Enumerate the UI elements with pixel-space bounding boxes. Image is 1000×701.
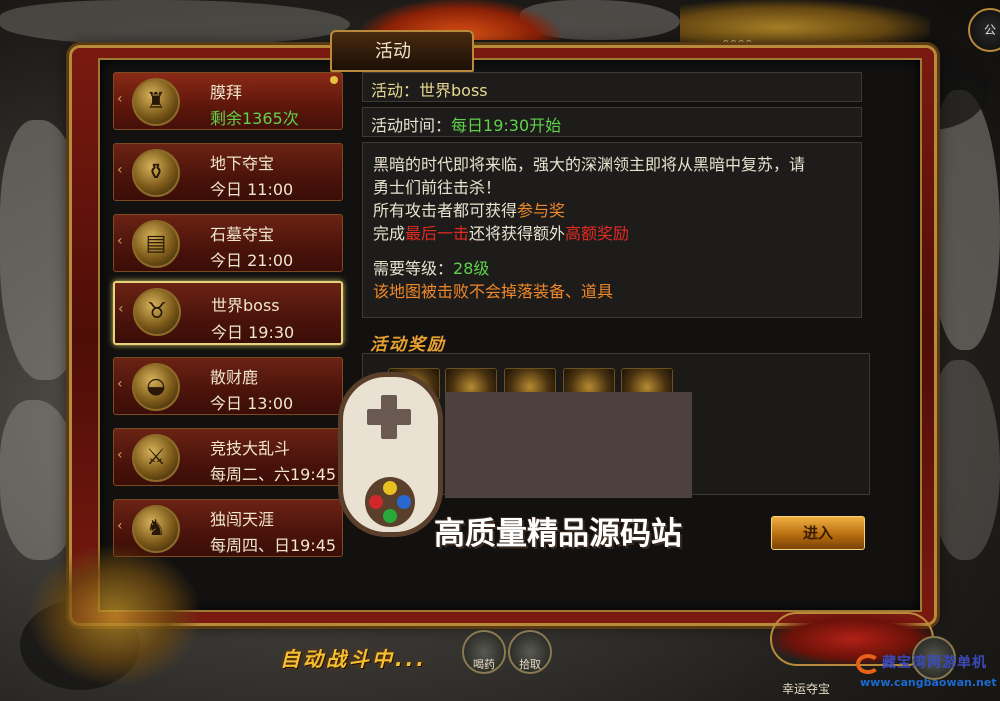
chevron-left-icon: ‹ — [117, 162, 123, 178]
demon-boss-icon: ♉ — [133, 288, 181, 336]
activity-item-mobai[interactable]: ‹ ♜ 膜拜 剩余1365次 — [113, 72, 343, 130]
activity-item-shimuduobao[interactable]: ‹ ▤ 石墓夺宝 今日 21:00 — [113, 214, 343, 272]
drink-potion-button[interactable]: 喝药 — [462, 630, 506, 674]
enter-button[interactable]: 进入 — [771, 516, 865, 550]
chevron-left-icon: ‹ — [117, 447, 123, 463]
golden-dragon-ornament — [30, 545, 200, 685]
desc-text: 所有攻击者都可获得 — [373, 201, 518, 220]
level-label: 需要等级： — [373, 259, 454, 278]
warrior-statue-icon: ♜ — [132, 78, 180, 126]
activity-name: 独闯天涯 — [210, 510, 275, 529]
activity-name: 石墓夺宝 — [210, 225, 275, 244]
activity-name: 膜拜 — [210, 83, 243, 102]
gold-ingot-icon: ◒ — [132, 363, 180, 411]
gamepad-buttons-icon — [365, 477, 415, 527]
activity-label: 活动： — [371, 81, 420, 100]
activity-name: 散财鹿 — [210, 368, 259, 387]
rock-texture — [0, 400, 80, 560]
activity-name: 竞技大乱斗 — [210, 439, 291, 458]
desc-line: 黑暗的时代即将来临，强大的深渊领主即将从黑暗中复苏，请 — [373, 155, 806, 174]
desc-text: 完成 — [373, 224, 406, 243]
pickup-button[interactable]: 拾取 — [508, 630, 552, 674]
rewards-title: 活动奖励 — [370, 335, 446, 355]
site-url: www.cangbaowan.net — [860, 676, 997, 689]
chevron-left-icon: ‹ — [117, 376, 123, 392]
activity-name: 地下夺宝 — [210, 154, 275, 173]
activity-time: 每周四、日19:45 — [210, 536, 337, 555]
lucky-treasure-label[interactable]: 幸运夺宝 — [782, 680, 830, 697]
rock-texture — [930, 360, 1000, 560]
censored-block — [445, 392, 692, 498]
activity-name-row: 活动：世界boss — [362, 72, 862, 102]
chevron-left-icon: ‹ — [117, 91, 123, 107]
time-value: 每日19:30开始 — [451, 116, 562, 135]
site-name: 藏宝湾网游单机 — [882, 655, 987, 671]
chevron-left-icon: ‹ — [117, 518, 123, 534]
watermark-text: 高质量精品源码站 — [434, 516, 682, 552]
time-label: 活动时间： — [371, 116, 452, 135]
bonus-reward-text: 高额奖励 — [565, 224, 630, 243]
auto-battle-status: 自动战斗中... — [280, 647, 427, 671]
desc-line: 勇士们前往击杀！ — [373, 178, 502, 197]
activity-value: 世界boss — [419, 81, 488, 100]
activity-time: 今日 21:00 — [210, 251, 294, 270]
activity-time: 今日 11:00 — [210, 180, 294, 199]
window-title: 活动 — [375, 41, 411, 62]
golden-dragon-ornament — [680, 0, 930, 55]
activity-name: 世界boss — [211, 296, 280, 315]
activity-item-jingjidaluandou[interactable]: ‹ ⚔ 竞技大乱斗 每周二、六19:45 — [113, 428, 343, 486]
participation-reward-text: 参与奖 — [517, 201, 566, 220]
desc-text: 还将获得额外 — [469, 224, 566, 243]
activity-remaining-count: 剩余1365次 — [210, 109, 299, 128]
last-hit-text: 最后一击 — [405, 224, 470, 243]
chevron-left-icon: ‹ — [117, 233, 123, 249]
crossed-swords-icon: ⚔ — [132, 434, 180, 482]
treasure-pot-icon: ⚱ — [132, 149, 180, 197]
activity-description: 黑暗的时代即将来临，强大的深渊领主即将从黑暗中复苏，请 勇士们前往击杀！ 所有攻… — [362, 142, 862, 318]
gamepad-watermark-icon — [338, 372, 443, 537]
swirl-logo-icon — [856, 654, 880, 674]
activity-item-sancailu[interactable]: ‹ ◒ 散财鹿 今日 13:00 — [113, 357, 343, 415]
corner-menu-button[interactable]: 公 — [968, 8, 1000, 52]
activity-item-dixiaduobao[interactable]: ‹ ⚱ 地下夺宝 今日 11:00 — [113, 143, 343, 201]
level-requirement: 需要等级：28级 — [373, 257, 851, 280]
activity-time-row: 活动时间：每日19:30开始 — [362, 107, 862, 137]
map-warning: 该地图被击败不会掉落装备、道具 — [373, 282, 614, 301]
desc-line: 所有攻击者都可获得参与奖 — [373, 199, 851, 222]
treasure-chest-icon: ▤ — [132, 220, 180, 268]
level-value: 28级 — [453, 259, 490, 278]
notification-dot-icon — [330, 76, 338, 84]
activity-time: 今日 19:30 — [211, 323, 295, 342]
dpad-icon — [367, 409, 411, 425]
rock-texture — [0, 0, 350, 45]
activity-time: 今日 13:00 — [210, 394, 294, 413]
activity-time: 每周二、六19:45 — [210, 465, 337, 484]
activity-item-world-boss[interactable]: ‹ ♉ 世界boss 今日 19:30 — [113, 281, 343, 345]
site-logo: 藏宝湾网游单机 www.cangbaowan.net — [852, 650, 997, 698]
desc-line: 完成最后一击还将获得额外高额奖励 — [373, 222, 851, 245]
chevron-left-icon: ‹ — [118, 301, 124, 317]
